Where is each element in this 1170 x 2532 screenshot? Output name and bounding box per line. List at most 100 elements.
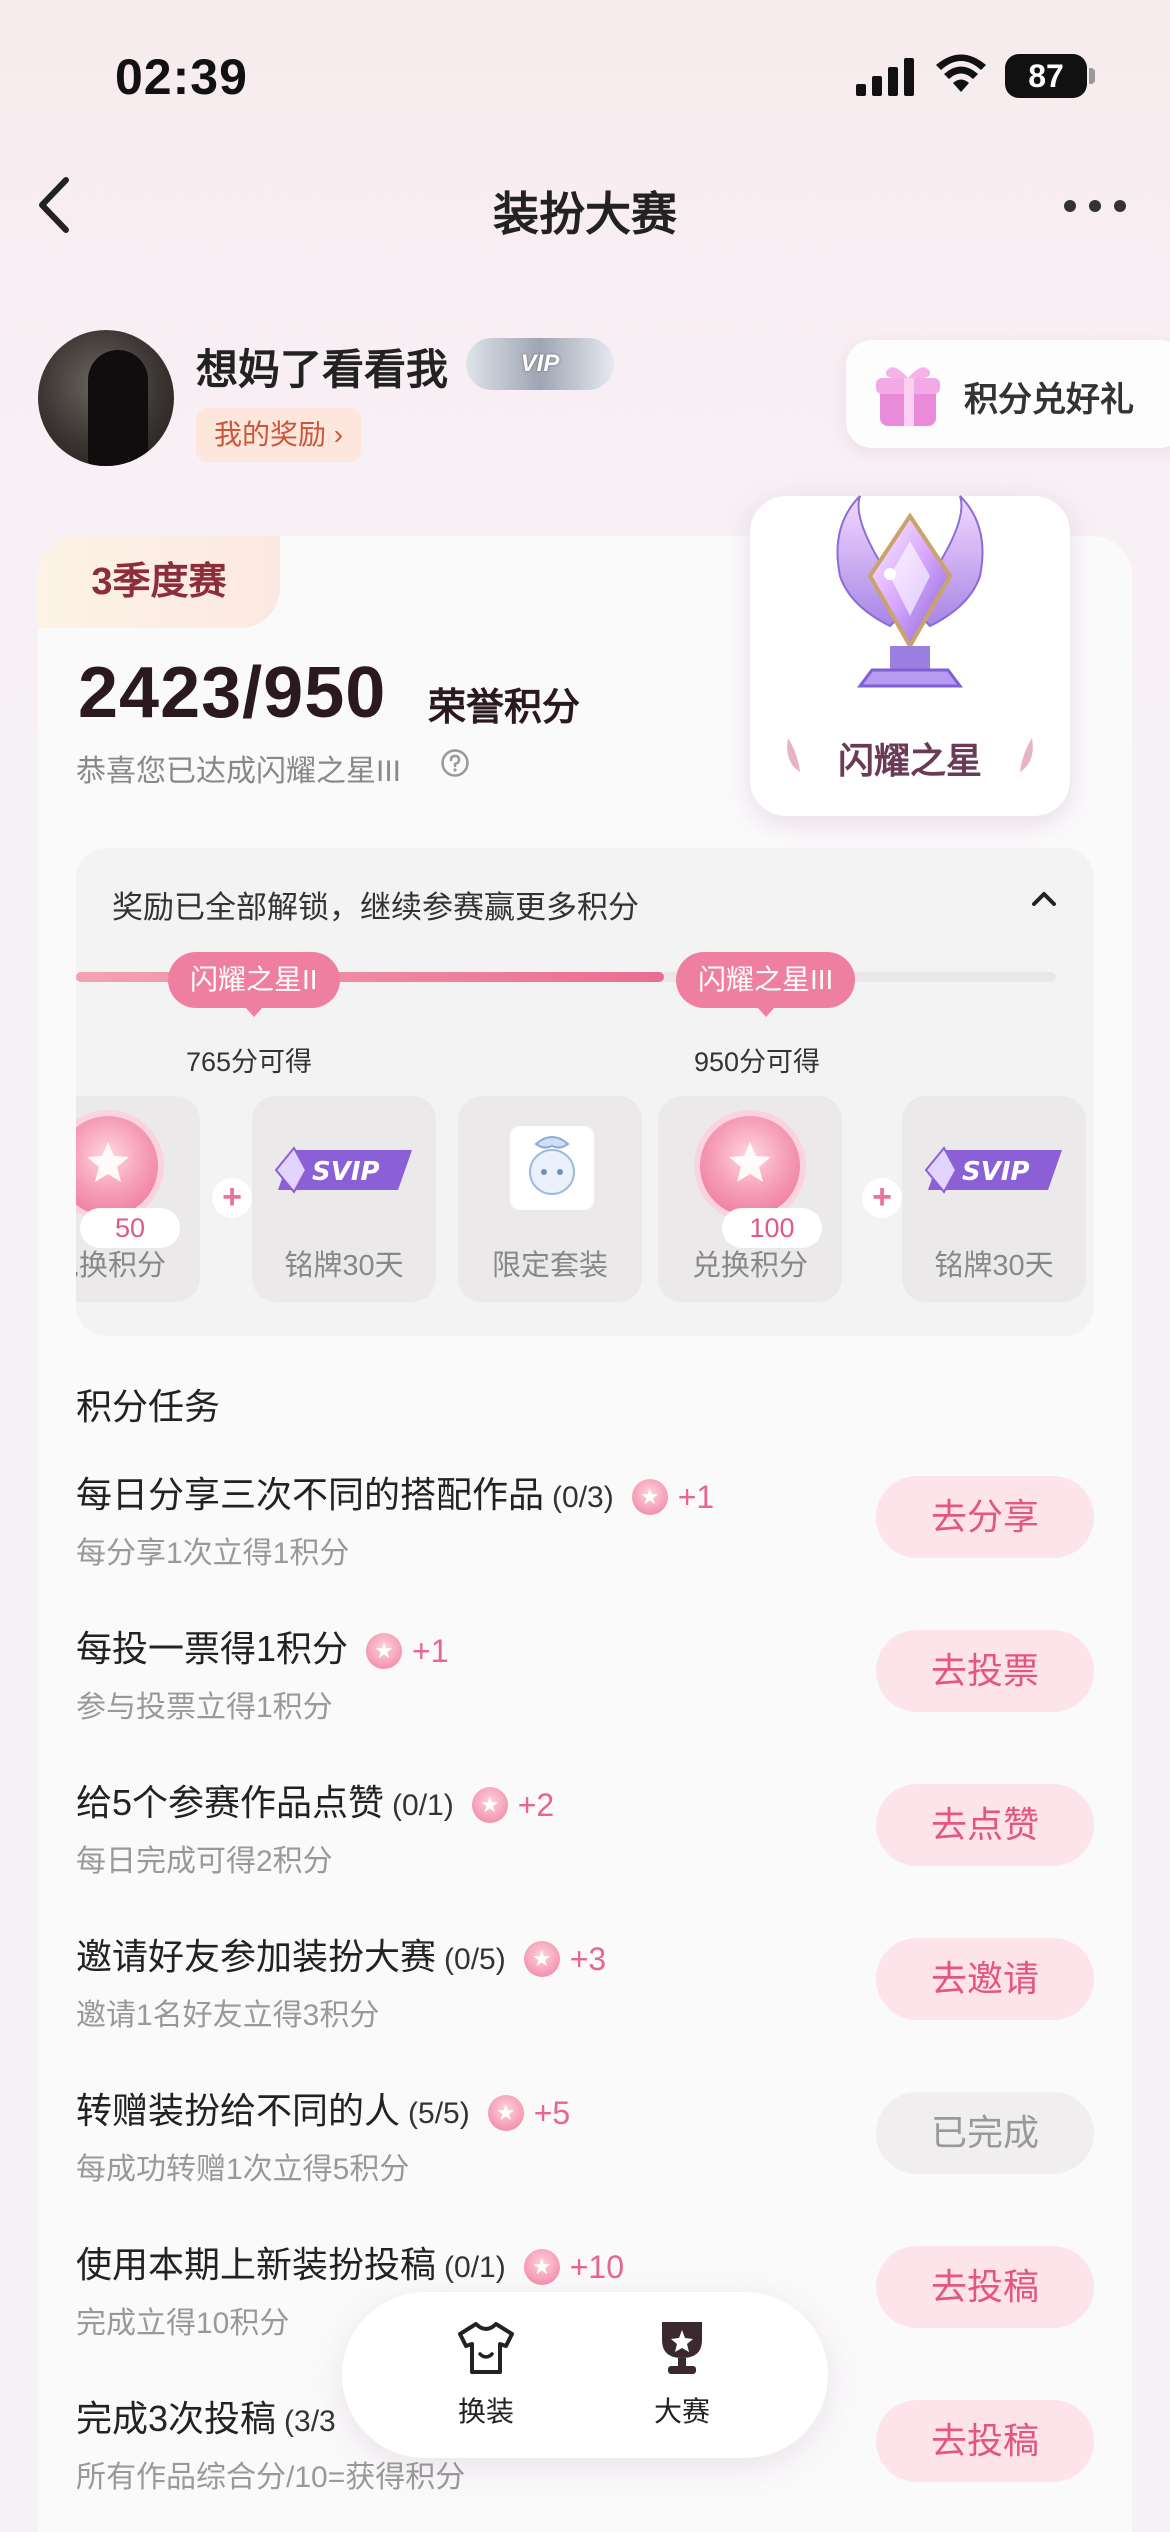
points-exchange-button[interactable]: 积分兑好礼	[846, 340, 1170, 448]
svip-badge-icon: SVIP	[924, 1146, 1062, 1194]
task-desc: 每日完成可得2积分	[76, 1845, 333, 1878]
reward-item-points[interactable]: 50 兑换积分	[76, 1096, 200, 1302]
task-item: 给5个参赛作品点赞(0/1)+2 每日完成可得2积分 去点赞	[76, 1774, 1094, 1924]
season-tag: 3季度赛	[38, 536, 280, 628]
task-name: 使用本期上新装扮投稿(0/1)+10	[76, 2236, 624, 2288]
nav-item-dressup[interactable]: 换装	[426, 2318, 546, 2438]
points-coin-icon	[471, 1787, 508, 1824]
task-points: +5	[487, 2095, 570, 2132]
task-points: +1	[366, 1633, 449, 1670]
go-vote-button[interactable]: 去投票	[876, 1630, 1094, 1712]
task-desc: 每成功转赠1次立得5积分	[76, 2153, 410, 2186]
task-points: +2	[471, 1787, 554, 1824]
reward-item-nameplate[interactable]: SVIP 铭牌30天	[902, 1096, 1086, 1302]
task-points: +1	[631, 1479, 714, 1516]
plus-icon: +	[212, 1178, 252, 1218]
go-invite-button[interactable]: 去邀请	[876, 1938, 1094, 2020]
task-progress: (0/1)	[392, 1789, 454, 1822]
milestone-note: 950分可得	[694, 1047, 821, 1077]
task-desc: 邀请1名好友立得3积分	[76, 1999, 380, 2032]
task-desc: 每分享1次立得1积分	[76, 1537, 350, 1570]
nav-label: 换装	[457, 2396, 514, 2427]
battery-icon: 87	[1005, 54, 1095, 98]
gift-icon	[876, 367, 940, 426]
reward-label: 兑换积分	[76, 1250, 166, 1282]
task-desc: 参与投票立得1积分	[76, 1691, 333, 1724]
bottom-nav: 换装 大赛	[342, 2292, 828, 2458]
task-name: 每日分享三次不同的搭配作品(0/3)+1	[76, 1466, 714, 1518]
points-coin-icon	[487, 2095, 524, 2132]
trophy-icon	[836, 495, 984, 688]
go-share-button[interactable]: 去分享	[876, 1476, 1094, 1558]
status-time: 02:39	[115, 49, 248, 105]
reward-label: 限定套装	[491, 1250, 608, 1282]
nav-item-contest[interactable]: 大赛	[622, 2318, 742, 2438]
svip-badge-text: SVIP	[312, 1157, 380, 1187]
svip-badge-text: SVIP	[962, 1157, 1030, 1187]
help-icon[interactable]	[440, 748, 470, 778]
task-item: 每日分享三次不同的搭配作品(0/3)+1 每分享1次立得1积分 去分享	[76, 1466, 1094, 1616]
go-like-button[interactable]: 去点赞	[876, 1784, 1094, 1866]
svip-badge-icon: SVIP	[274, 1146, 412, 1194]
task-desc: 所有作品综合分/10=获得积分	[76, 2461, 466, 2494]
status-bar: 02:39 87	[0, 0, 1170, 150]
trophy-card[interactable]: 闪耀之星	[750, 495, 1070, 816]
task-progress: (0/3)	[552, 1481, 614, 1514]
trophy-icon	[662, 2322, 702, 2374]
points-coin-icon: 100	[700, 1116, 822, 1248]
chevron-up-icon[interactable]	[1028, 888, 1060, 908]
points-coin-icon	[523, 1941, 560, 1978]
milestone-note: 765分可得	[186, 1047, 313, 1077]
go-submit-button[interactable]: 去投稿	[876, 2400, 1094, 2482]
go-submit-button[interactable]: 去投稿	[876, 2246, 1094, 2328]
task-progress: (0/5)	[444, 1943, 506, 1976]
task-name: 邀请好友参加装扮大赛(0/5)+3	[76, 1928, 606, 1980]
page-title: 装扮大赛	[493, 188, 677, 240]
wifi-icon	[936, 54, 986, 92]
task-desc: 完成立得10积分	[76, 2307, 290, 2340]
season-score: 2423/950	[78, 653, 387, 733]
points-exchange-label: 积分兑好礼	[964, 381, 1134, 419]
rewards-panel-title: 奖励已全部解锁，继续参赛赢更多积分	[112, 890, 639, 925]
score-unit: 荣誉积分	[428, 687, 581, 729]
task-item: 每投一票得1积分+1 参与投票立得1积分 去投票	[76, 1620, 1094, 1770]
completed-button: 已完成	[876, 2092, 1094, 2174]
battery-level: 87	[1005, 54, 1087, 98]
reward-item-suit[interactable]: 限定套装	[458, 1096, 642, 1302]
milestone-tier-3: 闪耀之星III	[676, 952, 856, 1017]
reward-item-nameplate[interactable]: SVIP 铭牌30天	[252, 1096, 436, 1302]
task-name: 每投一票得1积分+1	[76, 1620, 449, 1672]
progress-fill	[76, 972, 664, 982]
more-icon[interactable]	[1060, 196, 1130, 216]
nav-label: 大赛	[653, 2396, 710, 2427]
task-item: 转赠装扮给不同的人(5/5)+5 每成功转赠1次立得5积分 已完成	[76, 2082, 1094, 2232]
task-name: 给5个参赛作品点赞(0/1)+2	[76, 1774, 554, 1826]
tshirt-icon	[458, 2322, 514, 2374]
reward-items: 50 兑换积分 + SVIP 铭牌30天 限定套装	[76, 1096, 1094, 1306]
task-points: +10	[523, 2249, 624, 2286]
task-progress: (3/3	[284, 2405, 336, 2438]
username: 想妈了看看我	[196, 346, 449, 393]
laurel-right-icon	[1020, 738, 1033, 772]
my-rewards-button[interactable]: 我的奖励 ›	[196, 408, 362, 462]
plus-icon: +	[862, 1178, 902, 1218]
reward-item-points[interactable]: 100 兑换积分	[658, 1096, 842, 1302]
reward-label: 铭牌30天	[934, 1250, 1054, 1282]
points-coin-icon	[366, 1633, 403, 1670]
task-points: +3	[523, 1941, 606, 1978]
task-name: 转赠装扮给不同的人(5/5)+5	[76, 2082, 570, 2134]
reward-label: 兑换积分	[691, 1250, 808, 1282]
task-name: 完成3次投稿 (3/3	[76, 2398, 336, 2439]
vip-badge: VIP	[466, 338, 614, 390]
points-coin-icon	[631, 1479, 668, 1516]
milestone-tier-2: 闪耀之星II	[168, 952, 340, 1017]
avatar[interactable]	[38, 330, 174, 466]
task-item: 邀请好友参加装扮大赛(0/5)+3 邀请1名好友立得3积分 去邀请	[76, 1928, 1094, 2078]
tasks-title: 积分任务	[76, 1386, 221, 1427]
outfit-thumbnail	[510, 1126, 594, 1210]
points-coin-icon: 50	[76, 1116, 180, 1248]
task-progress: (0/1)	[444, 2251, 506, 2284]
rewards-panel: 奖励已全部解锁，继续参赛赢更多积分 闪耀之星II 闪耀之星III 765分可得 …	[76, 848, 1094, 1336]
cellular-signal-icon	[856, 58, 914, 96]
task-progress: (5/5)	[408, 2097, 470, 2130]
